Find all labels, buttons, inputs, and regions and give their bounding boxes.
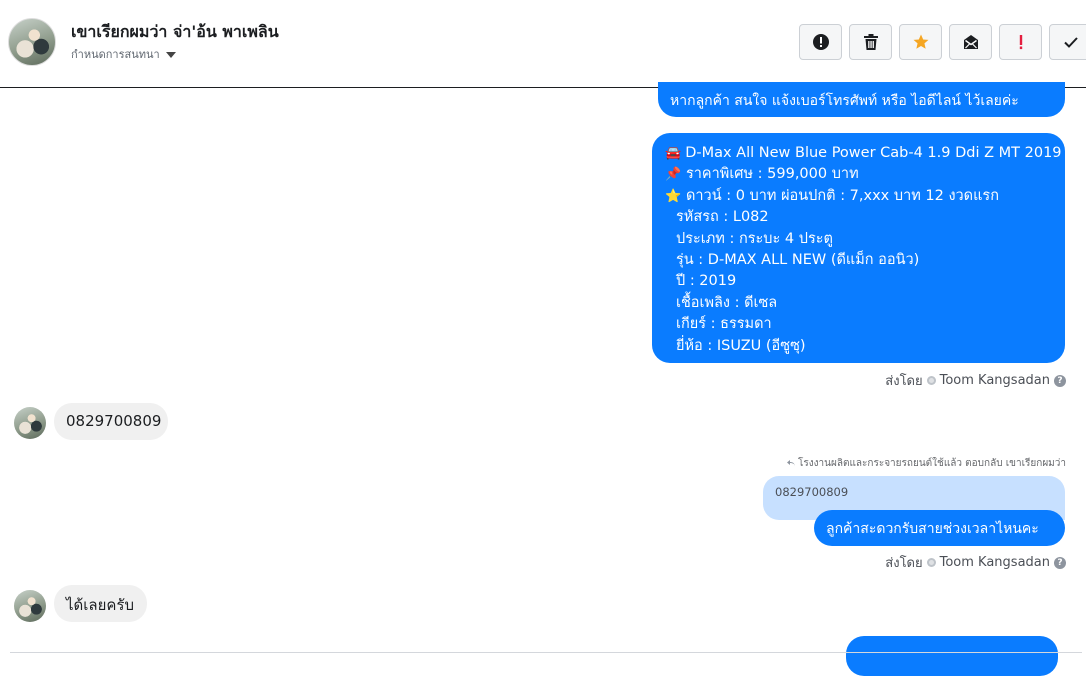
page-badge-icon (926, 558, 936, 567)
outgoing-message-car-listing[interactable]: 🚘 D-Max All New Blue Power Cab-4 1.9 Ddi… (652, 133, 1065, 363)
car-icon: 🚘 (665, 146, 682, 161)
important-icon (1019, 35, 1022, 50)
contact-name[interactable]: เขาเรียกผมว่า จ่า'อ้น พาเพลิน (71, 20, 279, 45)
listing-text: ราคาพิเศษ : 599,000 บาท (686, 166, 859, 183)
message-text: ลูกค้าสะดวกรับสายช่วงเวลาไหนคะ (826, 521, 1039, 537)
star-button[interactable] (899, 24, 942, 60)
conversation-header: เขาเรียกผมว่า จ่า'อ้น พาเพลิน กำหนดการสน… (0, 0, 1086, 88)
sent-by-info: ส่งโดย Toom Kangsadan ? (885, 552, 1066, 573)
listing-line: ⭐ ดาวน์ : 0 บาท ผ่อนปกติ : 7,xxx บาท 12 … (665, 186, 1053, 207)
sent-by-label: ส่งโดย (885, 556, 923, 571)
listing-line: เชื้อเพลิง : ดีเซล (676, 294, 778, 311)
listing-line: ยี่ห้อ : ISUZU (อีซูซุ) (676, 337, 806, 354)
report-icon (812, 34, 829, 50)
done-button[interactable] (1049, 24, 1086, 60)
listing-text: ดาวน์ : 0 บาท ผ่อนปกติ : 7,xxx บาท 12 งว… (686, 187, 999, 204)
star-emoji-icon: ⭐ (665, 188, 682, 204)
listing-line: รุ่น : D-MAX ALL NEW (ดีแม็ก ออนิว) (676, 252, 920, 269)
reply-context: โรงงานผลิตและกระจายรถยนต์ใช้แล้ว ตอบกลับ… (787, 456, 1066, 471)
composer-divider (10, 652, 1082, 653)
listing-text: D-Max All New Blue Power Cab-4 1.9 Ddi Z… (685, 145, 1062, 161)
listing-line: 🚘 D-Max All New Blue Power Cab-4 1.9 Ddi… (665, 143, 1062, 164)
page-badge-icon (926, 376, 936, 385)
message-text: หากลูกค้า สนใจ แจ้งเบอร์โทรศัพท์ หรือ ไอ… (670, 93, 1019, 109)
done-check-icon (1063, 37, 1078, 48)
quoted-text: 0829700809 (775, 485, 849, 499)
delete-button[interactable] (849, 24, 892, 60)
star-icon (913, 34, 928, 49)
outgoing-message[interactable]: หากลูกค้า สนใจ แจ้งเบอร์โทรศัพท์ หรือ ไอ… (658, 82, 1065, 117)
message-text: 0829700809 (66, 412, 162, 430)
listing-line: ปี : 2019 (676, 273, 737, 290)
message-text: ได้เลยครับ (66, 596, 135, 614)
important-button[interactable] (999, 24, 1042, 60)
sent-by-label: ส่งโดย (885, 374, 923, 389)
pin-icon: 📌 (665, 167, 682, 183)
schedule-dropdown[interactable]: กำหนดการสนทนา (71, 45, 176, 63)
reply-note-text: โรงงานผลิตและกระจายรถยนต์ใช้แล้ว ตอบกลับ… (798, 458, 1066, 469)
outgoing-message-partial[interactable] (846, 636, 1058, 676)
sender-name[interactable]: Toom Kangsadan (940, 373, 1050, 388)
trash-icon (863, 34, 878, 50)
mark-unread-button[interactable] (949, 24, 992, 60)
listing-line: รหัสรถ : L082 (676, 209, 769, 226)
header-actions (799, 24, 1086, 60)
caret-down-icon (165, 51, 176, 58)
schedule-label: กำหนดการสนทนา (71, 48, 160, 61)
incoming-message[interactable]: 0829700809 (54, 403, 168, 440)
outgoing-message[interactable]: ลูกค้าสะดวกรับสายช่วงเวลาไหนคะ (814, 510, 1065, 546)
listing-line: ประเภท : กระบะ 4 ประตู (676, 230, 833, 247)
reply-arrow-icon (787, 459, 796, 467)
mark-unread-icon (963, 35, 978, 49)
incoming-message[interactable]: ได้เลยครับ (54, 585, 147, 622)
contact-avatar[interactable] (8, 18, 56, 66)
listing-line: เกียร์ : ธรรมดา (676, 316, 772, 333)
help-icon[interactable]: ? (1054, 556, 1066, 569)
contact-avatar-small[interactable] (14, 407, 46, 439)
contact-avatar-small[interactable] (14, 590, 46, 622)
sender-name[interactable]: Toom Kangsadan (940, 555, 1050, 570)
report-button[interactable] (799, 24, 842, 60)
sent-by-info: ส่งโดย Toom Kangsadan ? (885, 370, 1066, 391)
listing-line: 📌 ราคาพิเศษ : 599,000 บาท (665, 164, 1053, 185)
help-icon[interactable]: ? (1054, 374, 1066, 387)
